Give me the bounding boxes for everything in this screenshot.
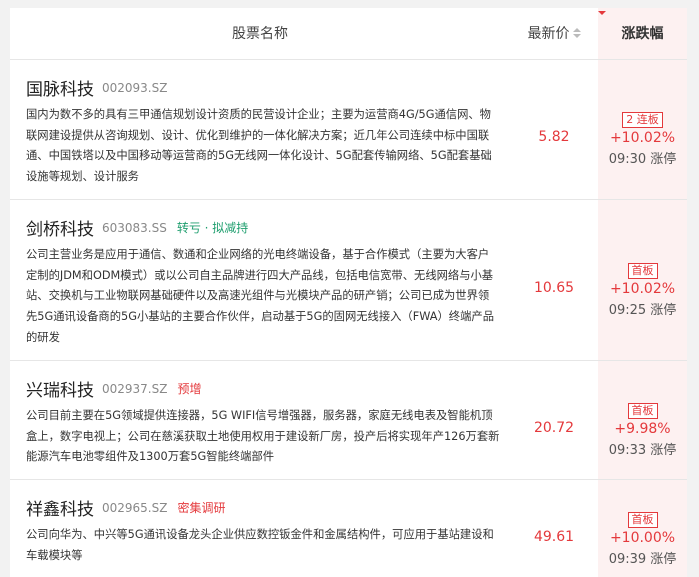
stock-code: 002965.SZ bbox=[102, 500, 168, 515]
limit-up-time: 09:30 涨停 bbox=[608, 152, 677, 167]
table-header: 股票名称 最新价 涨跌幅 bbox=[10, 8, 687, 60]
limit-up-time: 09:33 涨停 bbox=[608, 443, 677, 458]
sort-icon[interactable] bbox=[572, 28, 581, 40]
limit-up-badge: 首板 bbox=[627, 403, 658, 419]
limit-up-badge: 首板 bbox=[627, 263, 658, 279]
stock-name[interactable]: 剑桥科技 bbox=[26, 220, 94, 240]
stock-name[interactable]: 国脉科技 bbox=[26, 80, 94, 100]
limit-up-badge: 2 连板 bbox=[622, 112, 663, 128]
stock-tag[interactable]: 预增 bbox=[177, 382, 201, 396]
header-change-label: 涨跌幅 bbox=[621, 26, 664, 42]
latest-price: 20.72 bbox=[533, 420, 575, 436]
stock-name[interactable]: 祥鑫科技 bbox=[26, 500, 94, 520]
stock-description: 公司主营业务是应用于通信、数通和企业网络的光电终端设备，基于合作模式（主要为大客… bbox=[26, 248, 494, 344]
change-info: 首板 +10.02% 09:25 涨停 bbox=[598, 259, 687, 321]
stock-description: 公司目前主要在5G领域提供连接器，5G WIFI信号增强器，服务器，家庭无线电表… bbox=[26, 409, 500, 464]
limit-up-time: 09:25 涨停 bbox=[608, 303, 677, 318]
latest-price: 10.65 bbox=[533, 280, 575, 296]
change-percent: +10.02% bbox=[609, 130, 676, 146]
header-change-percent[interactable]: 涨跌幅 bbox=[598, 8, 687, 60]
table-row[interactable]: 兴瑞科技 002937.SZ 预增 公司目前主要在5G领域提供连接器，5G WIFI… bbox=[10, 362, 687, 480]
stock-description: 国内为数不多的具有三甲通信规划设计资质的民营设计企业；主要为运营商4G/5G通信… bbox=[26, 108, 492, 184]
table-row[interactable]: 国脉科技 002093.SZ 国内为数不多的具有三甲通信规划设计资质的民营设计企业… bbox=[10, 61, 687, 200]
latest-price: 5.82 bbox=[538, 129, 570, 145]
header-latest-price[interactable]: 最新价 bbox=[510, 8, 598, 60]
change-percent: +10.02% bbox=[609, 281, 676, 297]
stock-code: 002093.SZ bbox=[102, 80, 168, 95]
header-stock-name: 股票名称 bbox=[232, 26, 288, 42]
stock-code: 002937.SZ bbox=[102, 381, 168, 396]
limit-up-badge: 首板 bbox=[627, 512, 658, 528]
stock-tag[interactable]: 转亏 · 拟减持 bbox=[177, 221, 248, 235]
table-row[interactable]: 祥鑫科技 002965.SZ 密集调研 公司向华为、中兴等5G通讯设备龙头企业供应数… bbox=[10, 481, 687, 577]
stock-description: 公司向华为、中兴等5G通讯设备龙头企业供应数控钣金件和金属结构件，可应用于基站建… bbox=[26, 528, 494, 562]
stock-name[interactable]: 兴瑞科技 bbox=[26, 381, 94, 401]
change-info: 首板 +9.98% 09:33 涨停 bbox=[598, 399, 687, 461]
limit-up-time: 09:39 涨停 bbox=[608, 552, 677, 567]
change-percent: +9.98% bbox=[614, 421, 671, 437]
latest-price: 49.61 bbox=[533, 529, 575, 545]
change-info: 2 连板 +10.02% 09:30 涨停 bbox=[598, 108, 687, 170]
table-row[interactable]: 剑桥科技 603083.SS 转亏 · 拟减持 公司主营业务是应用于通信、数通和企业… bbox=[10, 201, 687, 361]
change-percent: +10.00% bbox=[609, 530, 676, 546]
stock-tag[interactable]: 密集调研 bbox=[177, 501, 225, 515]
stock-list-panel: 股票名称 最新价 涨跌幅 国脉科技 002093.SZ 国内为数不多的具有三甲通信… bbox=[10, 8, 687, 577]
change-info: 首板 +10.00% 09:39 涨停 bbox=[598, 508, 687, 570]
stock-code: 603083.SS bbox=[102, 220, 167, 235]
header-latest-price-label: 最新价 bbox=[527, 26, 570, 42]
